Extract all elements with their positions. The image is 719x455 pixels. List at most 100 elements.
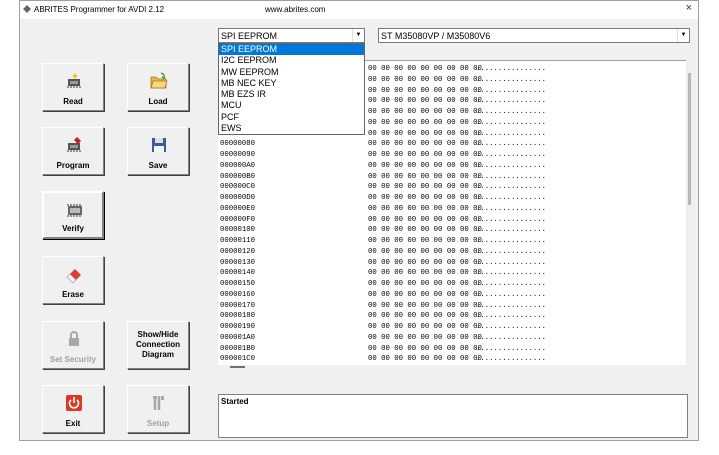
hex-bytes: 00 00 00 00 00 00 00 00 00: [368, 108, 482, 116]
power-icon: [66, 395, 82, 411]
setup-button[interactable]: Setup: [127, 385, 189, 433]
chip-model-value: ST M35080VP / M35080V6: [381, 31, 491, 41]
hex-row: 000001B0 00 00 00 00 00 00 00 00 00......…: [220, 345, 546, 353]
show-hide-connection-diagram-label: Show/Hide Connection Diagram: [128, 330, 188, 360]
window-title: ABRITES Programmer for AVDI 2.12: [34, 5, 165, 14]
memory-type-dropdown-list: SPI EEPROM I2C EEPROM MW EEPROM MB NEC KEY M…: [218, 43, 365, 135]
chip-model-select[interactable]: ST M35080VP / M35080V6 ▼: [378, 28, 690, 43]
hex-row: 00000150 00 00 00 00 00 00 00 00 00......…: [220, 280, 546, 288]
show-hide-connection-diagram-button[interactable]: Show/Hide Connection Diagram: [127, 321, 189, 369]
dropdown-option[interactable]: SPI EEPROM: [219, 44, 364, 56]
main-window: ABRITES Programmer for AVDI 2.12 www.abr…: [19, 0, 699, 441]
hex-bytes: 00 00 00 00 00 00 00 00 00: [368, 140, 482, 149]
dropdown-option[interactable]: I2C EEPROM: [219, 55, 364, 66]
hex-row: 00000170 00 00 00 00 00 00 00 00 00......…: [220, 302, 546, 310]
hex-vertical-scrollbar[interactable]: [687, 67, 693, 367]
memory-type-value: SPI EEPROM: [221, 31, 278, 41]
erase-label: Erase: [62, 290, 84, 299]
read-button[interactable]: Read: [42, 63, 104, 111]
hex-bytes: 00 00 00 00 00 00 00 00 00: [368, 97, 482, 106]
dropdown-option[interactable]: PCF: [219, 112, 364, 123]
scrollbar-thumb[interactable]: [688, 73, 691, 205]
show-hide-line-1: Show/Hide: [137, 330, 179, 339]
hex-ascii: ................: [476, 151, 547, 159]
hex-row: 000000E0 00 00 00 00 00 00 00 00 00......…: [220, 205, 546, 213]
hex-ascii: ................: [476, 290, 547, 299]
hex-bytes: 00 00 00 00 00 00 00 00 00: [368, 333, 482, 342]
hex-bytes: 00 00 00 00 00 00 00 00 00: [368, 344, 482, 353]
hex-ascii: ................: [476, 129, 547, 138]
save-button[interactable]: Save: [127, 127, 189, 175]
chevron-down-icon[interactable]: ▼: [352, 29, 364, 42]
hex-address: 000000A0: [220, 161, 256, 170]
hex-row: 00000140 00 00 00 00 00 00 00 00 00......…: [220, 269, 546, 277]
hex-ascii: ................: [476, 172, 547, 181]
open-folder-icon: [150, 72, 168, 89]
hex-address: 000000B0: [220, 172, 256, 181]
set-security-button[interactable]: Set Security: [42, 321, 104, 369]
hex-ascii: ................: [476, 194, 547, 202]
hex-ascii: ................: [476, 65, 547, 73]
hex-row: 000000F0 00 00 00 00 00 00 00 00 00......…: [220, 216, 546, 224]
hex-ascii: ................: [476, 204, 547, 213]
exit-button[interactable]: Exit: [42, 385, 104, 433]
hex-address: 000000C0: [220, 183, 256, 192]
hex-bytes: 00 00 00 00 00 00 00 00 00: [368, 129, 482, 138]
show-hide-line-3: Diagram: [141, 350, 174, 359]
hex-address: 00000110: [220, 237, 256, 245]
hex-bytes: 00 00 00 00 00 00 00 00 00: [368, 269, 482, 278]
hex-bytes: 00 00 00 00 00 00 00 00 00: [368, 323, 482, 331]
hex-address: 00000150: [220, 280, 256, 288]
hex-bytes: 00 00 00 00 00 00 00 00 00: [368, 183, 482, 192]
chevron-down-icon[interactable]: ▼: [677, 29, 689, 42]
hex-address: 000000E0: [220, 204, 256, 213]
hex-address: 00000100: [220, 226, 256, 235]
set-security-label: Set Security: [49, 355, 97, 364]
hex-address: 000001C0: [220, 355, 256, 364]
hex-ascii: ................: [476, 355, 547, 364]
hex-address: 00000080: [220, 140, 256, 149]
hex-ascii: ................: [476, 140, 547, 149]
hex-bytes: 00 00 00 00 00 00 00 00 00: [368, 194, 482, 202]
close-icon[interactable]: ×: [686, 2, 692, 14]
dropdown-option[interactable]: MCU: [219, 100, 364, 111]
load-button[interactable]: Load: [127, 63, 189, 111]
program-label: Program: [56, 161, 90, 170]
save-label: Save: [148, 161, 168, 170]
hex-row: 00000110 00 00 00 00 00 00 00 00 00......…: [220, 237, 546, 245]
hex-horizontal-scrollbar[interactable]: [230, 366, 245, 368]
memory-type-select[interactable]: SPI EEPROM ▼: [218, 28, 365, 43]
dropdown-option[interactable]: MB EZS IR: [219, 89, 364, 100]
erase-button[interactable]: Erase: [42, 256, 104, 304]
hex-ascii: ................: [476, 333, 547, 342]
status-log: Started: [218, 394, 688, 438]
chip-read-icon: [67, 73, 81, 88]
website-url: www.abrites.com: [265, 5, 326, 14]
hex-address: 00000180: [220, 312, 256, 321]
hex-row: 00000100 00 00 00 00 00 00 00 00 00......…: [220, 226, 546, 234]
hex-row: 000000A0 00 00 00 00 00 00 00 00 00......…: [220, 162, 546, 170]
hex-bytes: 00 00 00 00 00 00 00 00 00: [368, 75, 482, 84]
hex-address: 00000130: [220, 258, 256, 267]
hex-ascii: ................: [476, 161, 547, 170]
hex-address: 00000140: [220, 269, 256, 278]
hex-bytes: 00 00 00 00 00 00 00 00 00: [368, 161, 482, 170]
hex-bytes: 00 00 00 00 00 00 00 00 00: [368, 237, 482, 245]
verify-button[interactable]: Verify: [42, 191, 104, 239]
hex-ascii: ................: [476, 269, 547, 278]
hex-bytes: 00 00 00 00 00 00 00 00 00: [368, 226, 482, 235]
hex-bytes: 00 00 00 00 00 00 00 00 00: [368, 312, 482, 321]
dropdown-option[interactable]: MB NEC KEY: [219, 78, 364, 89]
hex-bytes: 00 00 00 00 00 00 00 00 00: [368, 280, 482, 288]
hex-address: 00000160: [220, 290, 256, 299]
program-button[interactable]: Program: [42, 127, 104, 175]
hex-ascii: ................: [476, 108, 547, 116]
dropdown-option[interactable]: MW EEPROM: [219, 67, 364, 78]
hex-ascii: ................: [476, 215, 547, 224]
hex-address: 00000090: [220, 151, 256, 159]
hex-bytes: 00 00 00 00 00 00 00 00 00: [368, 172, 482, 181]
show-hide-line-2: Connection: [136, 340, 180, 349]
verify-label: Verify: [62, 224, 84, 233]
hex-ascii: ................: [476, 280, 547, 288]
dropdown-option[interactable]: EWS: [219, 123, 364, 134]
